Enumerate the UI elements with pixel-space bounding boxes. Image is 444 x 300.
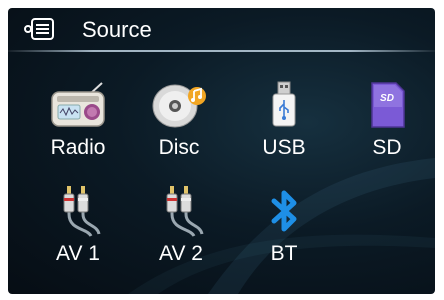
source-av2-button[interactable]: AV 2 [136,178,226,288]
source-disc-button[interactable]: Disc [134,72,224,182]
header-bar: Source [8,8,435,52]
header-divider [8,50,435,52]
av-cable-icon [166,186,204,237]
source-label: Disc [158,136,200,159]
av-cable-icon [63,186,101,237]
source-bt-button[interactable]: BT [239,178,329,288]
source-label: AV 2 [159,242,203,265]
bluetooth-icon [271,190,297,232]
source-usb-button[interactable]: USB [239,72,329,182]
usb-icon [272,81,296,127]
sd-card-icon: SD [371,82,405,128]
source-label: BT [270,242,298,265]
source-screen: Source Radio Disc USB SD SD AV 1 AV 2 BT [8,8,435,294]
source-label: AV 1 [56,242,100,265]
page-title: Source [82,17,152,42]
source-radio-button[interactable]: Radio [33,72,123,182]
source-label: USB [262,136,306,159]
source-label: Radio [50,136,106,159]
radio-icon [51,82,105,127]
source-label: SD [372,136,402,159]
source-sd-button[interactable]: SD SD [342,72,432,182]
disc-icon [152,84,206,128]
list-menu-icon[interactable] [24,18,54,40]
svg-text:SD: SD [380,93,394,104]
source-av1-button[interactable]: AV 1 [33,178,123,288]
